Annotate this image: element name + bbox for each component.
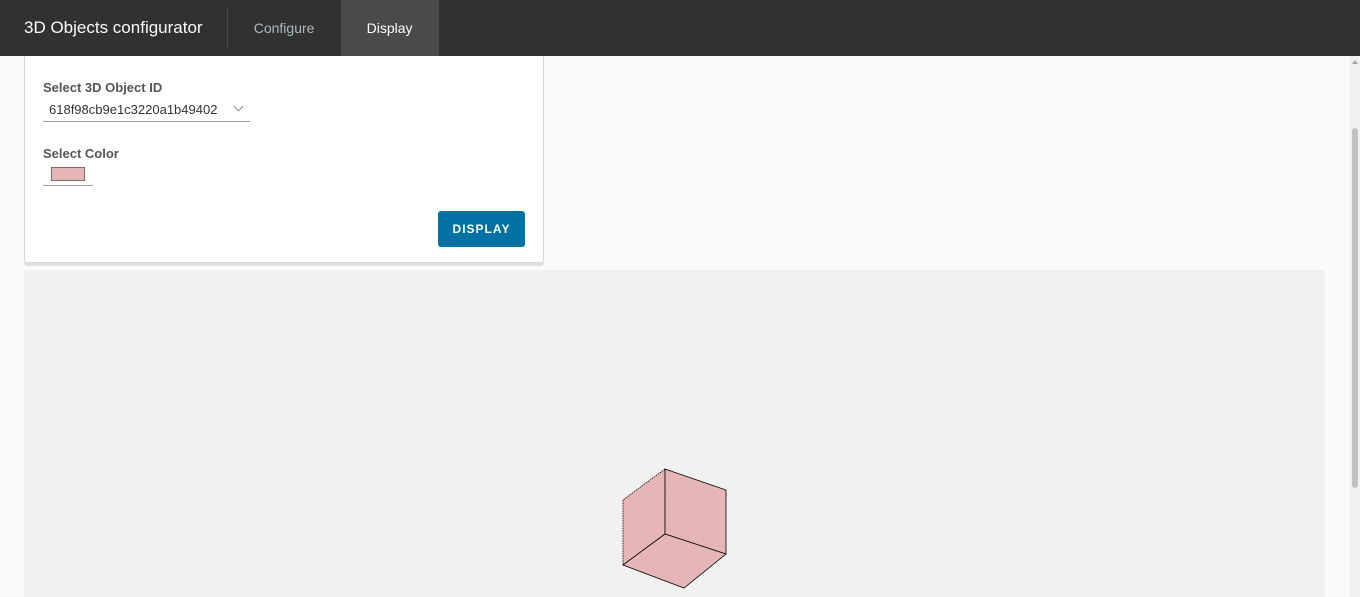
- color-swatch[interactable]: [51, 167, 85, 181]
- scroll-thumb[interactable]: [1352, 128, 1358, 488]
- page-scrollbar[interactable]: [1350, 56, 1360, 597]
- object-id-value: 618f98cb9e1c3220a1b49402: [49, 102, 218, 117]
- chevron-down-icon: [233, 101, 244, 112]
- scroll-up-arrow-icon[interactable]: [1352, 60, 1358, 64]
- main-content: Select 3D Object ID 618f98cb9e1c3220a1b4…: [0, 56, 1350, 597]
- object-id-label: Select 3D Object ID: [43, 80, 163, 95]
- tab-configure[interactable]: Configure: [228, 0, 341, 56]
- 3d-viewer-canvas[interactable]: [24, 270, 1325, 597]
- tab-display[interactable]: Display: [340, 0, 439, 56]
- display-form-card: Select 3D Object ID 618f98cb9e1c3220a1b4…: [24, 56, 544, 263]
- app-title[interactable]: 3D Objects configurator: [0, 0, 227, 56]
- display-button[interactable]: DISPLAY: [438, 211, 525, 247]
- app-header: 3D Objects configurator Configure Displa…: [0, 0, 1360, 56]
- color-picker[interactable]: [43, 164, 93, 186]
- color-label: Select Color: [43, 146, 119, 161]
- object-id-select[interactable]: 618f98cb9e1c3220a1b49402: [43, 100, 250, 122]
- cube-render: [622, 468, 727, 589]
